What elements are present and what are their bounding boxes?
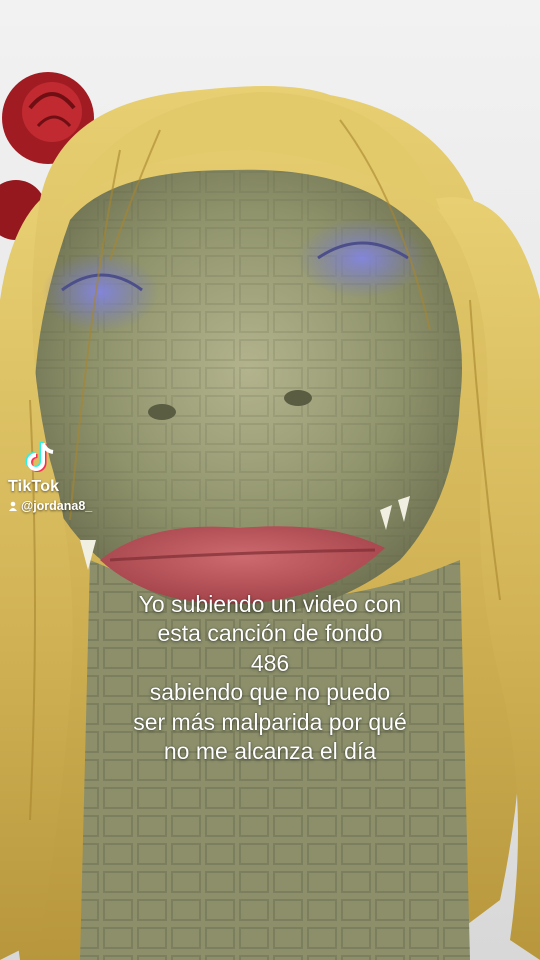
video-frame: TikTok @jordana8_ Yo subiendo un video c… bbox=[0, 0, 540, 960]
caption-line: sabiendo que no puedo bbox=[149, 679, 391, 706]
tiktok-watermark: TikTok @jordana8_ bbox=[8, 440, 92, 513]
caption-line: 486 bbox=[250, 649, 290, 676]
caption-line: ser más malparida por qué bbox=[133, 708, 407, 735]
watermark-brand: TikTok bbox=[8, 478, 60, 495]
video-caption: Yo subiendo un video con esta canción de… bbox=[20, 590, 520, 766]
watermark-username: @jordana8_ bbox=[21, 499, 93, 513]
caption-line: no me alcanza el día bbox=[163, 738, 377, 765]
caption-line: Yo subiendo un video con bbox=[138, 591, 402, 617]
caption-line: esta canción de fondo bbox=[157, 620, 383, 647]
tiktok-logo-icon bbox=[25, 442, 54, 472]
watermark-username-row: @jordana8_ bbox=[8, 499, 92, 513]
person-icon bbox=[9, 501, 17, 511]
